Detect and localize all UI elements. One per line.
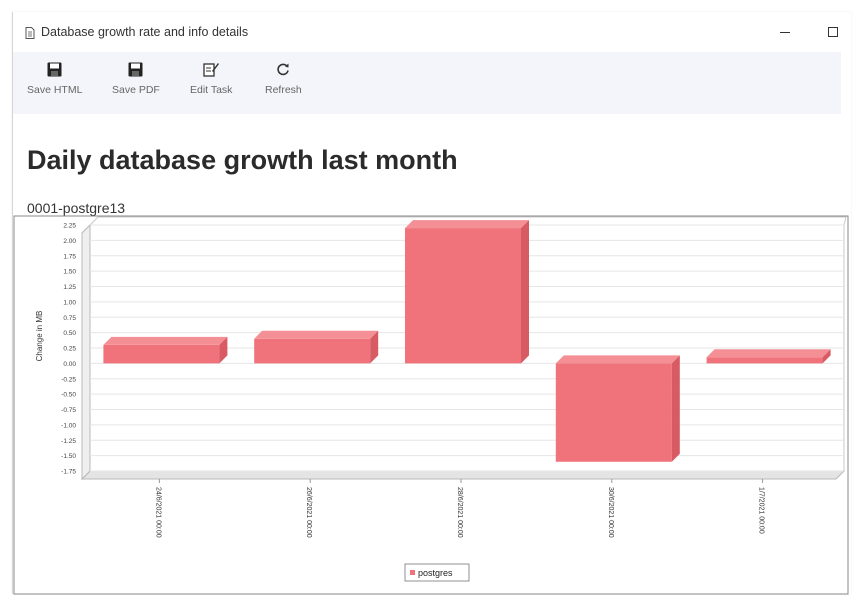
legend-label: postgres	[418, 568, 453, 578]
y-tick-label: 0.25	[63, 346, 76, 353]
bar-front	[405, 228, 521, 364]
y-tick-label: -0.50	[61, 392, 76, 399]
legend-swatch	[410, 570, 415, 575]
bar-top	[405, 220, 529, 229]
y-tick-label: -1.25	[61, 438, 76, 445]
bar	[254, 330, 379, 364]
x-tick-label: 28/6/2021 00:00	[456, 487, 463, 538]
y-tick-label: 0.50	[63, 330, 76, 337]
floppy-disk-icon	[46, 60, 64, 78]
bar-front	[254, 338, 371, 364]
y-tick-label: -0.75	[61, 407, 76, 414]
bar-front	[706, 357, 823, 364]
save-pdf-button[interactable]: Save PDF	[112, 56, 160, 106]
x-tick-label: 30/6/2021 00:00	[607, 487, 614, 538]
edit-task-label: Edit Task	[190, 84, 233, 96]
y-tick-label: -1.00	[61, 422, 76, 429]
y-tick-label: 1.50	[63, 269, 76, 276]
y-axis-label: Change in MB	[35, 311, 44, 362]
refresh-label: Refresh	[265, 84, 302, 96]
bar-top	[254, 330, 379, 339]
y-tick-label: 2.25	[63, 223, 76, 230]
bar-front	[103, 344, 220, 364]
report-heading: Daily database growth last month	[27, 145, 458, 175]
window-title: Database growth rate and info details	[41, 25, 249, 39]
plot-left-wall	[81, 223, 91, 481]
bar	[706, 349, 831, 364]
minimize-button[interactable]	[777, 24, 793, 40]
bar-top	[555, 355, 680, 364]
bar-top	[706, 349, 831, 358]
bar	[103, 336, 228, 364]
bar	[555, 355, 680, 462]
refresh-icon	[274, 60, 292, 78]
bar-front	[555, 363, 672, 462]
y-tick-label: -0.25	[61, 376, 76, 383]
edit-task-icon	[202, 60, 220, 78]
y-tick-label: 1.25	[63, 284, 76, 291]
bar-top	[103, 336, 228, 345]
bar	[405, 220, 529, 364]
chart-container: 2.25 2.00 1.75 1.50 1.25 1.00 0.75 0.50 0.25 0.00…	[12, 212, 850, 596]
growth-bar-chart: 2.25 2.00 1.75 1.50 1.25 1.00 0.75 0.50 0.25 0.00…	[13, 215, 849, 595]
plot-floor	[80, 470, 846, 480]
legend: postgres	[404, 563, 470, 582]
y-tick-label: 2.00	[63, 238, 76, 245]
save-pdf-label: Save PDF	[112, 84, 160, 96]
y-tick-label: 1.00	[63, 299, 76, 306]
floppy-disk-icon	[127, 60, 145, 78]
bar-side	[671, 355, 680, 462]
edit-task-button[interactable]: Edit Task	[190, 56, 232, 106]
save-html-button[interactable]: Save HTML	[27, 56, 82, 106]
y-tick-label: 0.75	[63, 315, 76, 322]
title-bar: Database growth rate and info details	[13, 12, 851, 50]
x-tick-label: 1/7/2021 00:00	[758, 487, 765, 534]
bar-side	[521, 220, 529, 364]
toolbar: Save HTML Save PDF Edit Task Refresh	[13, 52, 841, 114]
y-tick-label: -1.50	[61, 453, 76, 460]
y-tick-label: -1.75	[61, 469, 76, 476]
y-tick-label: 0.00	[63, 361, 76, 368]
maximize-button[interactable]	[825, 24, 841, 40]
refresh-button[interactable]: Refresh	[265, 56, 302, 106]
x-tick-label: 26/6/2021 00:00	[305, 487, 312, 538]
save-html-label: Save HTML	[27, 84, 83, 96]
y-tick-label: 1.75	[63, 253, 76, 260]
x-tick-label: 24/6/2021 00:00	[154, 487, 161, 538]
document-icon	[25, 27, 35, 39]
